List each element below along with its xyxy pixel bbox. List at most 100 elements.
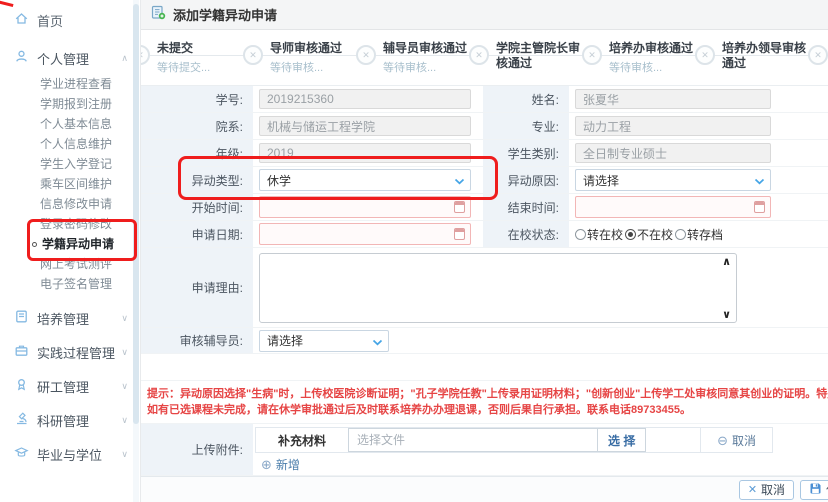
- hint-text: 提示：异动原因选择"生病"时，上传校医院诊断证明；"孔子学院任教"上传录用证明材…: [141, 381, 828, 424]
- cancel-button[interactable]: ✕ 取消: [739, 480, 794, 500]
- sidebar-item[interactable]: 个人基本信息: [0, 114, 140, 134]
- attachment-box: 补充材料 选 择 ⊖ 取消: [255, 427, 773, 453]
- sidebar: 首页 个人管理 ∧ 学业进程查看 学期报到注册 个人基本信息 个人信息维护 学生…: [0, 0, 140, 502]
- section-label: 毕业与学位: [37, 445, 102, 464]
- form-row: 申请理由: ∧ ∨: [141, 248, 828, 328]
- close-icon: ✕: [748, 483, 757, 496]
- minus-circle-icon: ⊖: [717, 434, 728, 447]
- active-bullet-icon: [32, 242, 37, 247]
- microscope-icon: [14, 411, 29, 429]
- change-reason-select[interactable]: 请选择: [575, 169, 771, 191]
- step-circle-icon: ✕: [141, 45, 150, 65]
- chevron-down-icon[interactable]: ∨: [121, 381, 128, 392]
- radio-selected-icon[interactable]: [625, 229, 636, 240]
- floppy-disk-icon: [809, 482, 822, 498]
- start-time-label: 开始时间:: [141, 194, 253, 220]
- word-print-row: Word打印: [141, 354, 828, 381]
- chevron-down-icon: [454, 178, 465, 185]
- sidebar-item-home[interactable]: 首页: [14, 8, 130, 32]
- grade-field: 2019: [259, 143, 471, 163]
- sidebar-scrollbar-thumb[interactable]: [133, 4, 139, 424]
- radio-option-archive[interactable]: 转存档: [675, 226, 723, 243]
- attachment-cancel-link[interactable]: ⊖ 取消: [700, 428, 772, 452]
- sidebar-personal-submenu: 学业进程查看 学期报到注册 个人基本信息 个人信息维护 学生入学登记 乘车区间维…: [0, 74, 140, 294]
- choose-file-button[interactable]: 选 择: [598, 428, 646, 452]
- sidebar-item[interactable]: 网上考试测评: [0, 254, 140, 274]
- scroll-up-icon[interactable]: ∧: [722, 255, 731, 268]
- calendar-icon[interactable]: [454, 201, 465, 213]
- form-row: 院系: 机械与储运工程学院 专业: 动力工程: [141, 113, 828, 140]
- chevron-down-icon[interactable]: ∨: [121, 313, 128, 324]
- chevron-down-icon[interactable]: ∨: [121, 347, 128, 358]
- home-icon: [14, 11, 29, 29]
- grade-label: 年级:: [141, 140, 253, 166]
- file-input[interactable]: [348, 428, 598, 452]
- sidebar-section-graduate-work[interactable]: 研工管理 ∨: [14, 374, 130, 398]
- department-field: 机械与储运工程学院: [259, 116, 471, 136]
- student-type-field: 全日制专业硕士: [575, 143, 771, 163]
- step-counselor: 辅导员审核通过 等待审核...: [376, 41, 469, 75]
- attachment-add-link[interactable]: ⊕ 新增: [261, 456, 300, 473]
- briefcase-icon: [14, 343, 29, 361]
- chevron-down-icon[interactable]: ∨: [121, 415, 128, 426]
- main-content: 添加学籍异动申请 ✕ 未提交 等待提交... ✕ 导师审核通过 等待审核... …: [140, 0, 828, 502]
- sidebar-section-research[interactable]: 科研管理 ∨: [14, 408, 130, 432]
- radio-icon[interactable]: [575, 229, 586, 240]
- radio-option-not-in-school[interactable]: 不在校: [625, 226, 673, 243]
- sidebar-section-degree[interactable]: 毕业与学位 ∨: [14, 442, 130, 466]
- radio-option-transfer-in[interactable]: 转在校: [575, 226, 623, 243]
- calendar-icon[interactable]: [454, 228, 465, 240]
- student-type-label: 学生类别:: [483, 140, 569, 166]
- school-status-label: 在校状态:: [483, 221, 569, 247]
- change-type-label: 异动类型:: [141, 167, 253, 193]
- apply-reason-textarea[interactable]: ∧ ∨: [259, 253, 737, 323]
- apply-date-input[interactable]: [259, 223, 471, 245]
- sidebar-item[interactable]: 电子签名管理: [0, 274, 140, 294]
- sidebar-item[interactable]: 个人信息维护: [0, 134, 140, 154]
- change-type-select[interactable]: 休学: [259, 169, 471, 191]
- sidebar-item-status-change[interactable]: 学籍异动申请: [0, 234, 140, 254]
- step-circle-icon: ✕: [243, 45, 263, 65]
- form-action-bar: ✕ 取消 保存 ✔ 提交: [141, 476, 828, 502]
- name-label: 姓名:: [483, 86, 569, 112]
- calendar-icon[interactable]: [754, 201, 765, 213]
- form-row: 学号: 2019215360 姓名: 张夏华: [141, 86, 828, 113]
- section-label: 实践过程管理: [37, 343, 115, 362]
- step-training-office: 培养办审核通过 等待审核...: [602, 41, 695, 75]
- book-icon: [14, 309, 29, 327]
- radio-icon[interactable]: [675, 229, 686, 240]
- sidebar-scrollbar[interactable]: [133, 0, 139, 502]
- counselor-select[interactable]: 请选择: [259, 330, 389, 352]
- sidebar-item[interactable]: 信息修改申请: [0, 194, 140, 214]
- form-add-icon: [151, 5, 166, 23]
- sidebar-item[interactable]: 学期报到注册: [0, 94, 140, 114]
- sidebar-item[interactable]: 乘车区间维护: [0, 174, 140, 194]
- save-button[interactable]: 保存: [800, 480, 828, 500]
- section-label: 研工管理: [37, 377, 89, 396]
- major-label: 专业:: [483, 113, 569, 139]
- sidebar-section-personal[interactable]: 个人管理 ∧: [14, 46, 130, 70]
- scroll-down-icon[interactable]: ∨: [722, 308, 731, 321]
- step-circle-icon: ✕: [695, 45, 715, 65]
- sidebar-section-training[interactable]: 培养管理 ∨: [14, 306, 130, 330]
- sidebar-section-practice[interactable]: 实践过程管理 ∨: [14, 340, 130, 364]
- major-field: 动力工程: [575, 116, 771, 136]
- section-label: 个人管理: [37, 49, 89, 68]
- chevron-down-icon[interactable]: ∨: [121, 449, 128, 460]
- material-label: 补充材料: [256, 432, 348, 449]
- step-not-submitted: 未提交 等待提交...: [150, 41, 243, 75]
- sidebar-item[interactable]: 登录密码修改: [0, 214, 140, 234]
- step-circle-icon: ✕: [469, 45, 489, 65]
- apply-reason-label: 申请理由:: [141, 248, 253, 327]
- section-label: 培养管理: [37, 309, 89, 328]
- graduation-cap-icon: [14, 445, 29, 463]
- form-row: 年级: 2019 学生类别: 全日制专业硕士: [141, 140, 828, 167]
- department-label: 院系:: [141, 113, 253, 139]
- sidebar-item[interactable]: 学业进程查看: [0, 74, 140, 94]
- chevron-up-icon[interactable]: ∧: [121, 53, 128, 64]
- page: 首页 个人管理 ∧ 学业进程查看 学期报到注册 个人基本信息 个人信息维护 学生…: [0, 0, 828, 502]
- sidebar-item[interactable]: 学生入学登记: [0, 154, 140, 174]
- start-time-input[interactable]: [259, 196, 471, 218]
- attachment-label: 上传附件:: [141, 424, 253, 475]
- end-time-input[interactable]: [575, 196, 771, 218]
